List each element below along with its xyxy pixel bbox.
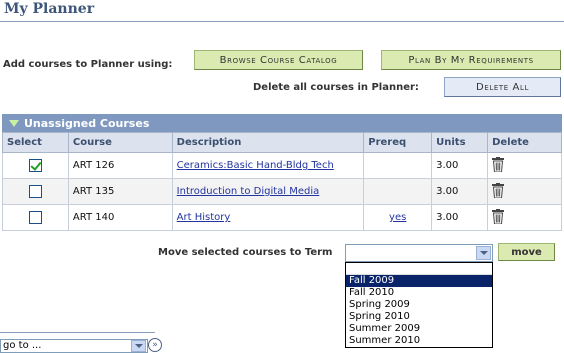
course-cell: ART 126 xyxy=(68,153,172,179)
page-title: My Planner xyxy=(4,1,94,17)
trash-icon[interactable] xyxy=(492,209,504,227)
term-option[interactable]: Spring 2009 xyxy=(346,299,492,311)
unassigned-courses-table: Select Course Description Prereq Units D… xyxy=(2,132,562,231)
select-checkbox[interactable] xyxy=(29,185,42,198)
unassigned-courses-title: Unassigned Courses xyxy=(24,117,149,130)
select-cell xyxy=(3,205,69,231)
description-cell: Art History xyxy=(172,205,364,231)
browse-course-catalog-button[interactable]: Browse Course Catalog xyxy=(194,50,363,70)
dropdown-blank-option[interactable] xyxy=(346,263,492,275)
term-option[interactable]: Fall 2010 xyxy=(346,287,492,299)
column-header-course: Course xyxy=(68,133,172,153)
table-header-row: Select Course Description Prereq Units D… xyxy=(3,133,562,153)
term-option[interactable]: Spring 2010 xyxy=(346,311,492,323)
term-select[interactable] xyxy=(345,244,493,262)
select-checkbox[interactable] xyxy=(29,159,42,172)
column-header-units: Units xyxy=(432,133,488,153)
trash-icon[interactable] xyxy=(492,183,504,201)
column-header-description: Description xyxy=(172,133,364,153)
delete-cell xyxy=(488,153,562,179)
term-dropdown-list[interactable]: Fall 2009 Fall 2010 Spring 2009 Spring 2… xyxy=(345,262,493,348)
term-option[interactable]: Summer 2009 xyxy=(346,323,492,335)
column-header-delete: Delete xyxy=(488,133,562,153)
plan-by-requirements-button[interactable]: Plan By My Requirements xyxy=(381,50,561,70)
delete-cell xyxy=(488,179,562,205)
units-cell: 3.00 xyxy=(432,179,488,205)
select-cell xyxy=(3,179,69,205)
prereq-link[interactable]: yes xyxy=(389,212,406,223)
units-cell: 3.00 xyxy=(432,153,488,179)
column-header-select: Select xyxy=(3,133,69,153)
delete-cell xyxy=(488,205,562,231)
delete-all-label: Delete all courses in Planner: xyxy=(253,82,419,93)
prereq-cell xyxy=(364,179,432,205)
chevron-down-icon[interactable] xyxy=(131,340,146,352)
table-row: ART 135 Introduction to Digital Media 3.… xyxy=(3,179,562,205)
course-cell: ART 140 xyxy=(68,205,172,231)
course-description-link[interactable]: Art History xyxy=(177,212,231,223)
term-option[interactable]: Fall 2009 xyxy=(346,275,492,287)
table-row: ART 126 Ceramics:Basic Hand-Bldg Tech 3.… xyxy=(3,153,562,179)
course-description-link[interactable]: Introduction to Digital Media xyxy=(177,186,320,197)
select-cell xyxy=(3,153,69,179)
move-to-term-label: Move selected courses to Term xyxy=(158,247,332,258)
select-checkbox[interactable] xyxy=(29,211,42,224)
collapse-triangle-icon[interactable] xyxy=(9,120,19,127)
units-cell: 3.00 xyxy=(432,205,488,231)
goto-select[interactable]: go to ... xyxy=(0,339,148,353)
term-option[interactable]: Summer 2010 xyxy=(346,335,492,347)
chevron-down-icon[interactable] xyxy=(476,246,491,260)
table-row: ART 140 Art History yes 3.00 xyxy=(3,205,562,231)
trash-icon[interactable] xyxy=(492,157,504,175)
title-divider xyxy=(0,21,564,22)
delete-all-button[interactable]: Delete All xyxy=(444,77,561,97)
prereq-cell: yes xyxy=(364,205,432,231)
bottom-divider xyxy=(0,332,155,333)
move-button[interactable]: move xyxy=(498,243,555,261)
description-cell: Introduction to Digital Media xyxy=(172,179,364,205)
column-header-prereq: Prereq xyxy=(364,133,432,153)
goto-select-value: go to ... xyxy=(3,340,41,351)
description-cell: Ceramics:Basic Hand-Bldg Tech xyxy=(172,153,364,179)
prereq-cell xyxy=(364,153,432,179)
add-courses-label: Add courses to Planner using: xyxy=(3,59,172,70)
course-description-link[interactable]: Ceramics:Basic Hand-Bldg Tech xyxy=(177,160,334,171)
unassigned-courses-header[interactable]: Unassigned Courses xyxy=(2,114,562,132)
course-cell: ART 135 xyxy=(68,179,172,205)
